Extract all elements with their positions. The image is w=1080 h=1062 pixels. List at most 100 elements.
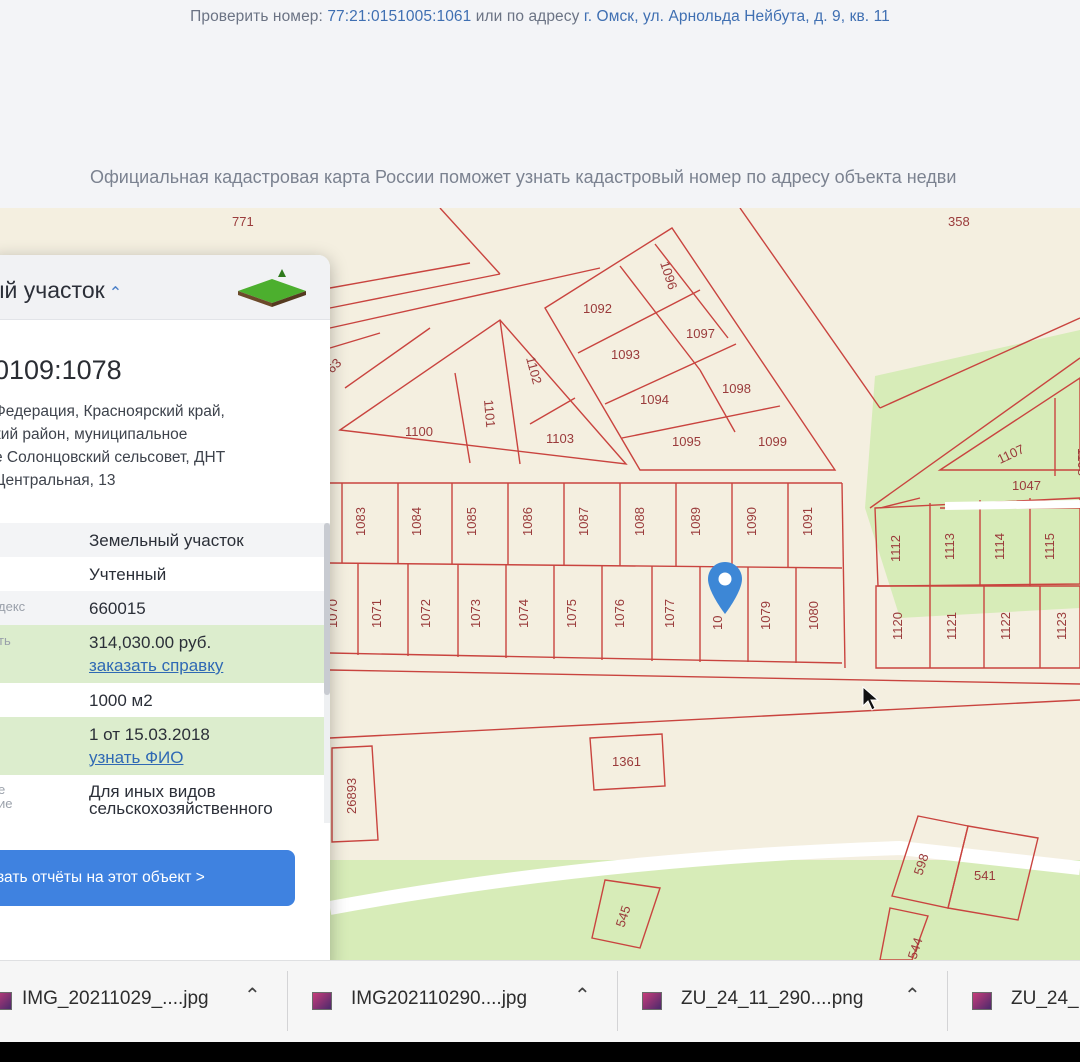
check-middle: или по адресу bbox=[471, 8, 584, 25]
svg-text:1071: 1071 bbox=[369, 599, 384, 628]
row-value: Земельный участок bbox=[89, 531, 244, 550]
download-filename: IMG_20211029_....jpg bbox=[22, 988, 209, 1009]
chevron-up-icon[interactable]: ⌃ bbox=[574, 983, 591, 1008]
check-number-link[interactable]: 77:21:0151005:1061 bbox=[327, 8, 471, 25]
cadastral-value: 314,030.00 руб. bbox=[89, 633, 212, 652]
svg-text:358: 358 bbox=[948, 214, 970, 229]
svg-text:1120: 1120 bbox=[890, 612, 905, 640]
cadastral-number: 0109:1078 bbox=[0, 355, 122, 385]
svg-text:1098: 1098 bbox=[722, 381, 751, 396]
order-reports-button[interactable]: вать отчёты на этот объект > bbox=[0, 850, 295, 906]
image-file-icon bbox=[972, 992, 992, 1010]
svg-text:1075: 1075 bbox=[564, 599, 579, 628]
download-filename: IMG202110290....jpg bbox=[351, 988, 528, 1009]
card-header[interactable]: ый участок⌃ bbox=[0, 255, 330, 320]
svg-text:1094: 1094 bbox=[640, 392, 669, 407]
download-filename: ZU_24_ bbox=[1011, 988, 1079, 1009]
table-row: 1 от 15.03.2018 узнать ФИО bbox=[0, 717, 324, 775]
svg-text:1101: 1101 bbox=[481, 399, 498, 428]
svg-text:1090: 1090 bbox=[744, 507, 759, 536]
download-item[interactable]: IMG_20211029_....jpg ⌃ bbox=[0, 961, 286, 1039]
download-item[interactable]: ZU_24_ bbox=[948, 961, 1080, 1039]
row-value: 660015 bbox=[89, 599, 146, 618]
svg-text:1092: 1092 bbox=[583, 301, 612, 316]
svg-text:1087: 1087 bbox=[576, 507, 591, 536]
land-plot-icon bbox=[238, 269, 306, 307]
location-pin-icon[interactable] bbox=[706, 560, 744, 616]
svg-text:1097: 1097 bbox=[686, 326, 715, 341]
table-row: декс 660015 bbox=[0, 591, 324, 625]
address-line: кий район, муниципальное bbox=[0, 426, 188, 443]
svg-text:1093: 1093 bbox=[611, 347, 640, 362]
svg-text:1084: 1084 bbox=[409, 507, 424, 536]
row-key: ть bbox=[0, 633, 11, 648]
svg-text:10: 10 bbox=[710, 616, 725, 630]
svg-text:1114: 1114 bbox=[992, 533, 1007, 560]
table-row: Учтенный bbox=[0, 557, 324, 591]
table-row: 1000 м2 bbox=[0, 683, 324, 717]
svg-text:771: 771 bbox=[232, 214, 254, 229]
svg-text:1115: 1115 bbox=[1042, 533, 1057, 560]
table-row: ть 314,030.00 руб. заказать справку bbox=[0, 625, 324, 683]
find-owner-link[interactable]: узнать ФИО bbox=[89, 748, 184, 767]
svg-text:26893: 26893 bbox=[344, 778, 359, 814]
svg-text:1113: 1113 bbox=[942, 533, 957, 560]
svg-text:1047: 1047 bbox=[1012, 478, 1041, 493]
svg-text:1112: 1112 bbox=[888, 535, 903, 562]
image-file-icon bbox=[0, 992, 12, 1010]
svg-text:1095: 1095 bbox=[672, 434, 701, 449]
downloads-bar: IMG_20211029_....jpg ⌃ IMG202110290....j… bbox=[0, 960, 1080, 1043]
svg-text:1089: 1089 bbox=[688, 507, 703, 536]
address-line: Центральная, 13 bbox=[0, 472, 116, 489]
image-file-icon bbox=[312, 992, 332, 1010]
svg-text:1088: 1088 bbox=[632, 507, 647, 536]
svg-text:1091: 1091 bbox=[800, 507, 815, 536]
chevron-up-icon[interactable]: ⌃ bbox=[904, 983, 921, 1008]
svg-text:1122: 1122 bbox=[998, 612, 1013, 640]
check-prefix: Проверить номер: bbox=[190, 8, 328, 25]
svg-text:1073: 1073 bbox=[468, 599, 483, 628]
order-certificate-link[interactable]: заказать справку bbox=[89, 656, 223, 675]
address-line: Федерация, Красноярский край, bbox=[0, 403, 225, 420]
rights-value: 1 от 15.03.2018 bbox=[89, 725, 210, 744]
chevron-up-icon[interactable]: ⌃ bbox=[109, 285, 122, 302]
check-number-line: Проверить номер: 77:21:0151005:1061 или … bbox=[0, 8, 1080, 26]
permitted-use-value-cont: сельскохозяйственного bbox=[89, 799, 273, 818]
svg-text:1079: 1079 bbox=[758, 601, 773, 630]
svg-text:1085: 1085 bbox=[464, 507, 479, 536]
row-value: Учтенный bbox=[89, 565, 167, 584]
row-value: 1000 м2 bbox=[89, 691, 153, 710]
parcel-info-card: ый участок⌃ 0109:1078 Федерация, Красноя… bbox=[0, 255, 330, 975]
image-file-icon bbox=[642, 992, 662, 1010]
svg-text:1103: 1103 bbox=[546, 431, 574, 446]
svg-text:1076: 1076 bbox=[612, 599, 627, 628]
svg-text:1080: 1080 bbox=[806, 601, 821, 630]
svg-text:1072: 1072 bbox=[418, 599, 433, 628]
svg-text:1102: 1102 bbox=[523, 355, 545, 386]
download-item[interactable]: ZU_24_11_290....png ⌃ bbox=[618, 961, 946, 1039]
svg-text:1083: 1083 bbox=[353, 507, 368, 536]
check-address-link[interactable]: г. Омск, ул. Арнольда Нейбута, д. 9, кв.… bbox=[584, 8, 890, 25]
download-item[interactable]: IMG202110290....jpg ⌃ bbox=[288, 961, 616, 1039]
table-row: е ие Для иных видов сельскохозяйственного bbox=[0, 775, 324, 821]
row-key: е ие bbox=[0, 782, 13, 811]
svg-text:1100: 1100 bbox=[405, 424, 433, 439]
table-row: Земельный участок bbox=[0, 523, 324, 557]
svg-text:1361: 1361 bbox=[612, 754, 641, 769]
svg-text:1123: 1123 bbox=[1054, 612, 1069, 640]
official-map-description: Официальная кадастровая карта России пом… bbox=[90, 167, 957, 187]
address-line: е Солонцовский сельсовет, ДНТ bbox=[0, 449, 226, 466]
svg-text:1086: 1086 bbox=[520, 507, 535, 536]
svg-text:1077: 1077 bbox=[662, 599, 677, 628]
svg-text:1074: 1074 bbox=[516, 599, 531, 628]
svg-text:541: 541 bbox=[974, 868, 996, 883]
object-address: Федерация, Красноярский край, кий район,… bbox=[0, 400, 294, 492]
object-type-title[interactable]: ый участок⌃ bbox=[0, 277, 122, 304]
row-key: декс bbox=[0, 599, 26, 614]
download-filename: ZU_24_11_290....png bbox=[681, 988, 864, 1009]
svg-text:1099: 1099 bbox=[758, 434, 787, 449]
mouse-cursor-icon bbox=[862, 686, 880, 711]
scrollbar-thumb[interactable] bbox=[324, 523, 330, 695]
chevron-up-icon[interactable]: ⌃ bbox=[244, 983, 261, 1008]
svg-text:1096: 1096 bbox=[657, 259, 680, 291]
